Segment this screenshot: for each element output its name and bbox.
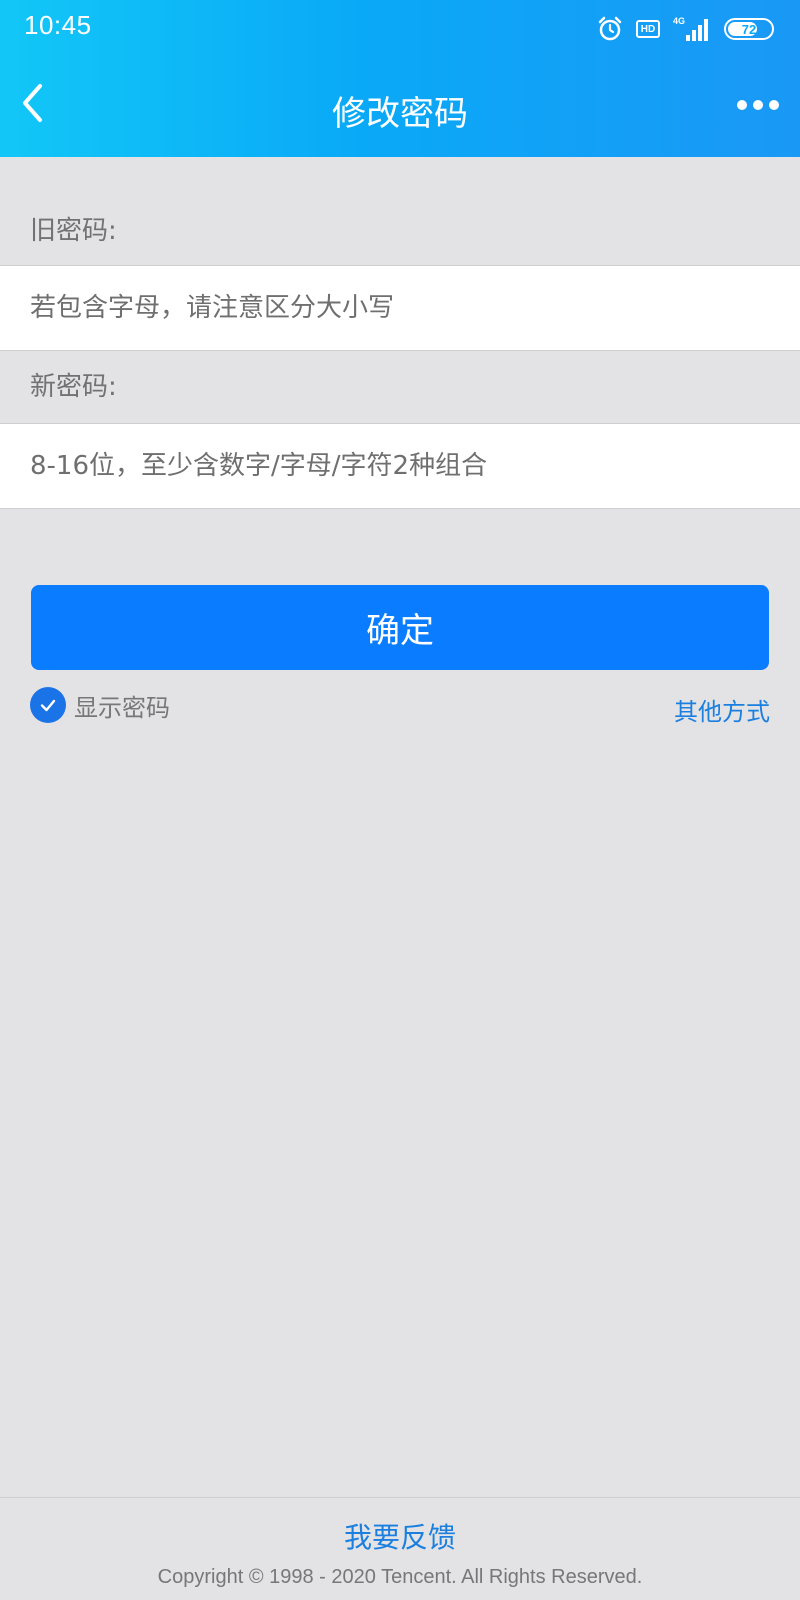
- show-password-toggle[interactable]: 显示密码: [30, 685, 170, 725]
- old-password-input[interactable]: [30, 266, 770, 350]
- more-dots-icon: [737, 100, 779, 110]
- old-password-label: 旧密码:: [30, 216, 117, 246]
- old-password-row: [0, 265, 800, 351]
- other-methods-link[interactable]: 其他方式: [674, 692, 770, 727]
- network-label: 4G: [673, 16, 685, 26]
- feedback-link[interactable]: 我要反馈: [0, 1516, 800, 1556]
- change-password-screen: 10:45 HD 4G 72 修改密码 旧密码: 新密码: 确定 显示密码 其他…: [0, 0, 800, 1600]
- header: 10:45 HD 4G 72 修改密码: [0, 0, 800, 157]
- copyright-text: Copyright © 1998 - 2020 Tencent. All Rig…: [157, 1566, 643, 1588]
- new-password-label: 新密码:: [30, 372, 117, 402]
- page-title: 修改密码: [332, 94, 468, 134]
- alarm-icon: [596, 15, 624, 43]
- footer-divider: [0, 1497, 800, 1498]
- hd-icon: HD: [636, 20, 660, 38]
- battery-level: 72: [741, 21, 757, 37]
- battery-icon: 72: [724, 18, 774, 40]
- confirm-button[interactable]: 确定: [31, 585, 769, 670]
- more-button[interactable]: [736, 92, 780, 118]
- new-password-row: [0, 423, 800, 509]
- status-icons: HD 4G 72: [596, 12, 774, 46]
- new-password-input[interactable]: [30, 424, 770, 508]
- show-password-label: 显示密码: [74, 693, 170, 722]
- nav-bar: 修改密码: [0, 56, 800, 157]
- status-bar: 10:45 HD 4G 72: [0, 0, 800, 56]
- checkmark-icon: [30, 687, 66, 723]
- status-time: 10:45: [24, 10, 92, 40]
- signal-4g-icon: 4G: [672, 15, 712, 43]
